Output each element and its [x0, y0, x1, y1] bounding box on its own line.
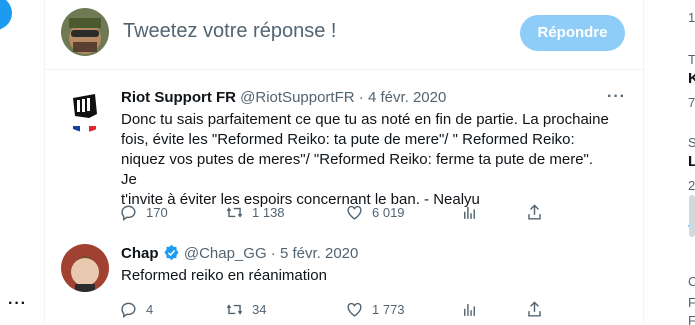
left-nav-column: ···	[0, 0, 44, 325]
heart-icon	[347, 302, 362, 317]
reply-icon	[121, 302, 136, 318]
share-icon	[528, 300, 541, 317]
sidebar-fragment: 1	[688, 10, 695, 25]
tweet-date[interactable]: 4 févr. 2020	[368, 89, 446, 106]
retweet-count: 1 138	[252, 204, 285, 220]
tweet-actions: 4 34 1 773	[115, 297, 595, 321]
tweet-header: Chap @Chap_GG · 5 févr. 2020	[121, 244, 358, 262]
retweet-count: 34	[252, 301, 267, 317]
reply-action[interactable]: 4	[119, 297, 153, 321]
sidebar-fragment: F	[688, 295, 695, 310]
author-name[interactable]: Riot Support FR	[121, 89, 236, 106]
tweet-header: Riot Support FR @RiotSupportFR · 4 févr.…	[121, 89, 446, 106]
tweet-text: Reformed reiko en réanimation	[121, 266, 611, 286]
scrollbar[interactable]	[689, 195, 695, 237]
analytics-action[interactable]	[460, 297, 479, 321]
tweet[interactable]: Riot Support FR @RiotSupportFR · 4 févr.…	[45, 70, 645, 230]
more-options-icon[interactable]: ···	[8, 296, 27, 312]
tweet[interactable]: Chap @Chap_GG · 5 févr. 2020 Reformed re…	[45, 230, 645, 325]
analytics-icon	[464, 206, 475, 219]
user-avatar[interactable]	[61, 8, 109, 56]
analytics-icon	[464, 303, 475, 316]
separator: ·	[266, 245, 280, 262]
chap-avatar[interactable]	[61, 244, 109, 292]
reply-action[interactable]: 170	[119, 200, 168, 224]
retweet-icon	[226, 303, 243, 315]
tweet-text-line: Donc tu sais parfaitement ce que tu as n…	[121, 111, 609, 128]
tweet-fab-button[interactable]	[0, 0, 12, 30]
sidebar-fragment: 2	[688, 178, 695, 193]
separator: ·	[354, 89, 368, 106]
tweet-more-icon[interactable]: ···	[607, 88, 626, 106]
reply-icon	[121, 205, 136, 221]
reply-input[interactable]: Tweetez votre réponse !	[123, 20, 336, 43]
reply-button[interactable]: Répondre	[520, 15, 625, 51]
analytics-action[interactable]	[460, 200, 479, 224]
retweet-action[interactable]: 34	[225, 297, 266, 321]
reply-count: 170	[146, 204, 168, 220]
tweet-thread: Tweetez votre réponse ! Répondre Riot Su…	[44, 0, 645, 325]
verified-badge-icon	[164, 244, 179, 261]
retweet-action[interactable]: 1 138	[225, 200, 285, 224]
tweet-actions: 170 1 138 6 019	[115, 200, 595, 224]
riot-support-avatar[interactable]	[61, 84, 109, 132]
tweet-text-line: fois, évite les "Reformed Reiko: ta pute…	[121, 131, 575, 148]
tweet-text-line: niquez vos putes de meres"/ "Reformed Re…	[121, 151, 594, 188]
sidebar-fragment: T	[688, 52, 695, 67]
sidebar-fragment: 7	[688, 95, 695, 110]
sidebar-fragment: C	[688, 274, 695, 289]
tweet-text-line: Reformed reiko en réanimation	[121, 267, 327, 284]
reply-count: 4	[146, 301, 154, 317]
sidebar-fragment[interactable]: K	[688, 70, 695, 87]
tweet-text: Donc tu sais parfaitement ce que tu as n…	[121, 110, 611, 210]
sidebar-fragment[interactable]: L	[688, 153, 695, 170]
like-action[interactable]: 1 773	[345, 297, 405, 321]
share-icon	[528, 203, 541, 220]
like-action[interactable]: 6 019	[345, 200, 405, 224]
author-handle[interactable]: @RiotSupportFR	[240, 89, 354, 106]
right-sidebar: 1 T K 7 S L 2 V C F F	[660, 0, 695, 325]
share-action[interactable]	[525, 297, 544, 321]
heart-icon	[347, 205, 362, 220]
sidebar-fragment: F	[688, 313, 695, 325]
sidebar-fragment: S	[688, 135, 695, 150]
share-action[interactable]	[525, 200, 544, 224]
like-count: 1 773	[372, 301, 405, 317]
retweet-icon	[226, 206, 243, 218]
author-handle[interactable]: @Chap_GG	[184, 245, 267, 262]
tweet-date[interactable]: 5 févr. 2020	[280, 245, 358, 262]
author-name[interactable]: Chap	[121, 245, 159, 262]
reply-composer: Tweetez votre réponse ! Répondre	[45, 0, 645, 70]
like-count: 6 019	[372, 204, 405, 220]
